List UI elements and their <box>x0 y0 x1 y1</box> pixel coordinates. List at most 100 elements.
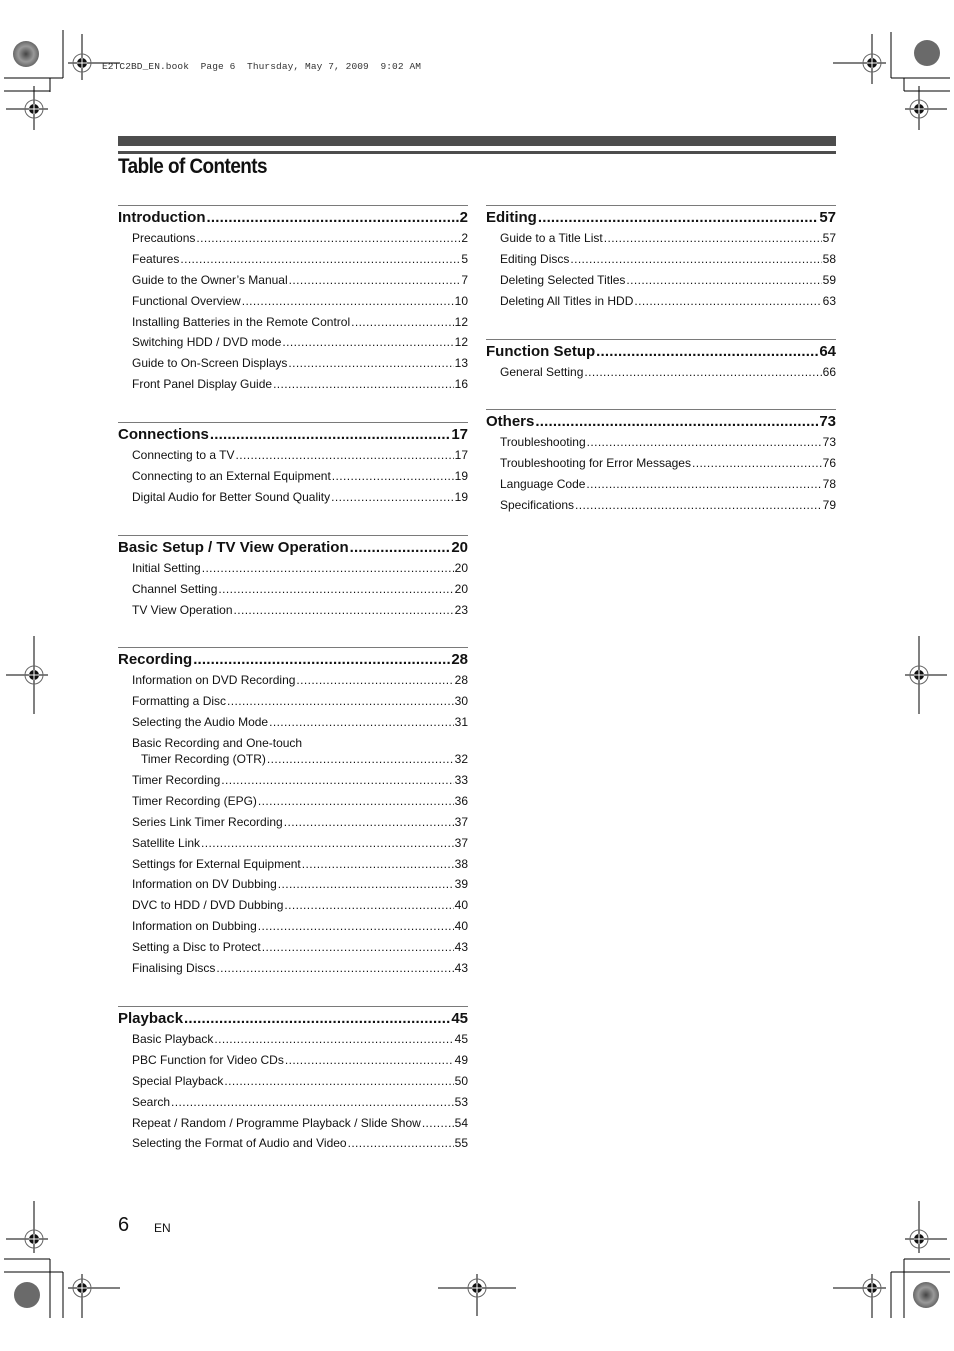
toc-entry[interactable]: Selecting the Format of Audio and Video 5… <box>118 1136 468 1157</box>
entry-page-number: 59 <box>822 272 836 287</box>
toc-entry[interactable]: Information on DV Dubbing 39 <box>118 877 468 898</box>
toc-entry[interactable]: Deleting All Titles in HDD 63 <box>486 294 836 315</box>
dot-leader <box>586 477 821 491</box>
entry-title: Special Playback <box>132 1073 224 1088</box>
dot-leader <box>584 365 821 379</box>
dot-leader <box>538 209 818 226</box>
toc-entry[interactable]: Troubleshooting 73 <box>486 435 836 456</box>
toc-section-heading[interactable]: Basic Setup / TV View Operation 20 <box>118 539 468 561</box>
toc-entry[interactable]: Connecting to a TV 17 <box>118 448 468 469</box>
toc-section-heading[interactable]: Function Setup 64 <box>486 343 836 365</box>
page-number: 6 <box>118 1214 130 1236</box>
entry-page-number: 32 <box>454 752 468 767</box>
toc-entry[interactable]: DVC to HDD / DVD Dubbing 40 <box>118 898 468 919</box>
toc-entry[interactable]: Guide to On-Screen Displays 13 <box>118 356 468 377</box>
toc-entry[interactable]: Deleting Selected Titles 59 <box>486 273 836 294</box>
page-title: Table of Contents <box>118 155 268 178</box>
toc-entry[interactable]: Guide to a Title List 57 <box>486 231 836 252</box>
toc-entry[interactable]: Satellite Link 37 <box>118 836 468 857</box>
entry-page-number: 10 <box>454 293 468 308</box>
toc-section: Playback 45 Basic Playback 45 PBC Function f… <box>118 1005 468 1157</box>
toc-entry[interactable]: Information on DVD Recording 28 <box>118 673 468 694</box>
toc-entry[interactable]: Timer Recording 33 <box>118 773 468 794</box>
dot-leader <box>218 582 453 596</box>
entry-title: Guide to the Owner’s Manual <box>132 272 288 287</box>
entry-title: Features <box>132 251 180 266</box>
toc-entry[interactable]: Front Panel Display Guide 16 <box>118 377 468 398</box>
toc-entry[interactable]: Selecting the Audio Mode 31 <box>118 715 468 736</box>
toc-entry[interactable]: Precautions 2 <box>118 231 468 252</box>
toc-entry[interactable]: Finalising Discs 43 <box>118 961 468 982</box>
toc-entry[interactable]: Features 5 <box>118 252 468 273</box>
toc-entry[interactable]: Timer Recording (EPG) 36 <box>118 794 468 815</box>
toc-entry[interactable]: Specifications 79 <box>486 498 836 519</box>
toc-section: Editing57Guide to a Title List57Editing … <box>486 205 836 315</box>
toc-entry[interactable]: Connecting to an External Equipment 19 <box>118 469 468 490</box>
section-page-number: 45 <box>451 1009 468 1027</box>
entry-page-number: 2 <box>461 231 468 245</box>
section-title: Others <box>486 413 535 431</box>
toc-entry[interactable]: Setting a Disc to Protect 43 <box>118 940 468 961</box>
entry-title: DVC to HDD / DVD Dubbing <box>132 898 284 913</box>
dot-leader <box>284 898 453 912</box>
toc-entry[interactable]: Special Playback 50 <box>118 1074 468 1095</box>
toc-entry[interactable]: Switching HDD / DVD mode 12 <box>118 335 468 356</box>
dot-leader <box>221 773 453 787</box>
entry-title: Timer Recording <box>132 773 221 788</box>
toc-entry[interactable]: Language Code 78 <box>486 477 836 498</box>
dot-leader <box>180 252 460 266</box>
dot-leader <box>267 752 454 766</box>
dot-leader <box>351 315 454 329</box>
toc-section: Basic Setup / TV View Operation20Initial… <box>118 534 468 624</box>
toc-entry[interactable]: Settings for External Equipment 38 <box>118 857 468 878</box>
toc-entry[interactable]: Series Link Timer Recording 37 <box>118 815 468 836</box>
toc-entry[interactable]: Information on Dubbing 40 <box>118 919 468 940</box>
toc-entry[interactable]: Initial Setting 20 <box>118 561 468 582</box>
toc-section: Recording 28 Information on DVD Recording 2… <box>118 647 468 981</box>
toc-section-heading[interactable]: Editing 57 <box>486 209 836 231</box>
toc-section-heading[interactable]: Recording 28 <box>118 651 468 673</box>
toc-left-column: Introduction 2 Precautions 2 Features 5 Guide … <box>118 205 468 1157</box>
entry-title: Initial Setting <box>132 560 201 575</box>
toc-entry[interactable]: Search 53 <box>118 1095 468 1116</box>
toc-entry[interactable]: PBC Function for Video CDs 49 <box>118 1053 468 1074</box>
toc-entry[interactable]: Installing Batteries in the Remote Contr… <box>118 315 468 336</box>
toc-section: Introduction 2 Precautions 2 Features 5 Guide … <box>118 205 468 398</box>
toc-entry[interactable]: Formatting a Disc 30 <box>118 694 468 715</box>
section-title: Editing <box>486 209 537 226</box>
entry-page-number: 50 <box>454 1073 468 1088</box>
toc-section-heading[interactable]: Introduction 2 <box>118 209 468 231</box>
toc-section-heading[interactable]: Connections 17 <box>118 426 468 448</box>
section-title: Playback <box>118 1009 184 1027</box>
dot-leader <box>206 209 458 226</box>
entry-title: Troubleshooting <box>500 435 586 450</box>
toc-entry[interactable]: Guide to the Owner’s Manual 7 <box>118 273 468 294</box>
toc-entry[interactable]: Repeat / Random / Programme Playback / S… <box>118 1116 468 1137</box>
toc-entry[interactable]: Troubleshooting for Error Messages 76 <box>486 456 836 477</box>
dot-leader <box>570 252 821 266</box>
entry-title: Satellite Link <box>132 835 201 850</box>
toc-entry[interactable]: TV View Operation 23 <box>118 603 468 624</box>
toc-entry[interactable]: General Setting 66 <box>486 365 836 386</box>
toc-entry[interactable]: Basic Playback 45 <box>118 1032 468 1053</box>
entry-title-continued: Timer Recording (OTR) <box>141 752 266 767</box>
dot-leader <box>535 413 818 430</box>
toc-entry[interactable]: Basic Recording and One-touch Timer Recor… <box>118 736 468 773</box>
toc-entry[interactable]: Channel Setting 20 <box>118 582 468 603</box>
entry-page-number: 20 <box>454 581 468 596</box>
section-page-number: 73 <box>819 413 836 431</box>
toc-entry[interactable]: Editing Discs 58 <box>486 252 836 273</box>
entry-page-number: 33 <box>454 773 468 788</box>
entry-page-number: 28 <box>454 673 468 688</box>
toc-section-heading[interactable]: Others 73 <box>486 413 836 435</box>
toc-section-heading[interactable]: Playback 45 <box>118 1010 468 1032</box>
entry-page-number: 39 <box>454 877 468 892</box>
title-bar-thick <box>118 136 836 146</box>
entry-page-number: 45 <box>454 1031 468 1046</box>
toc-entry[interactable]: Functional Overview 10 <box>118 294 468 315</box>
entry-title: Series Link Timer Recording <box>132 814 283 829</box>
entry-title: Troubleshooting for Error Messages <box>500 456 691 471</box>
dot-leader <box>216 961 453 975</box>
entry-title: Formatting a Disc <box>132 694 227 709</box>
toc-entry[interactable]: Digital Audio for Better Sound Quality 19 <box>118 490 468 511</box>
